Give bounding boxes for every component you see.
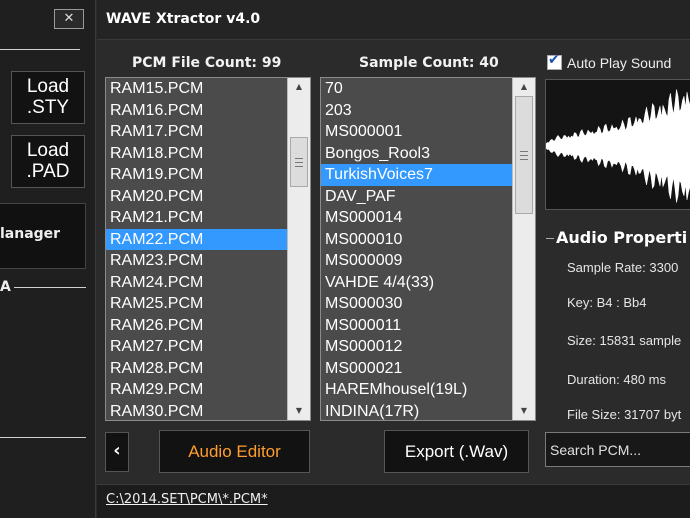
pcm-list-item[interactable]: RAM21.PCM [106,207,287,229]
close-icon: ✕ [63,11,75,26]
chevron-left-icon: ‹ [113,440,121,461]
window-title: WAVE Xtractor v4.0 [106,11,261,27]
key-value: Key: B4 : Bb4 [567,295,647,310]
pcm-scrollbar[interactable]: ▲ ▼ [287,78,310,420]
scroll-thumb[interactable] [290,136,308,187]
close-button[interactable]: ✕ [54,9,84,29]
pcm-list-item[interactable]: RAM20.PCM [106,186,287,208]
sample-list-item[interactable]: 203 [321,100,512,122]
pcm-list-item[interactable]: RAM18.PCM [106,143,287,165]
pcm-item-container: RAM15.PCM RAM16.PCM RAM17.PCM RAM18.PCM RAM1… [106,78,287,421]
file-size-value: File Size: 31707 byt [567,407,682,422]
sample-list-item[interactable]: 70 [321,78,512,100]
pcm-list-item[interactable]: RAM22.PCM [106,228,287,250]
pcm-list-item[interactable]: RAM29.PCM [106,379,287,401]
scroll-down-icon[interactable]: ▼ [513,402,535,420]
waveform-icon [546,89,690,203]
pcm-file-list[interactable]: RAM15.PCM RAM16.PCM RAM17.PCM RAM18.PCM RAM1… [105,77,311,421]
manager-button-label: lanager [0,226,61,242]
audio-properties-title: Audio Properti [556,228,688,247]
sample-list-item[interactable]: MS000009 [321,250,512,272]
sample-list-item[interactable]: MS000010 [321,229,512,251]
sample-list-item[interactable]: HAREMhousel(19L) [321,379,512,401]
pcm-list-item[interactable]: RAM19.PCM [106,164,287,186]
pcm-list-item[interactable]: RAM15.PCM [106,78,287,100]
sample-list-item[interactable]: MS000030 [321,293,512,315]
sample-list-item[interactable]: MS000001 [321,121,512,143]
grip-line [520,155,528,156]
grip-line [520,159,528,160]
sample-list-item[interactable]: DAV_PAF [321,186,512,208]
sample-list[interactable]: 70 203 MS000001 Bongos_Rool3 TurkishVoices7 D… [320,77,536,421]
pcm-list-item[interactable]: RAM26.PCM [106,315,287,337]
waveform-display [545,79,690,210]
grip-line [520,151,528,152]
sample-list-item[interactable]: INDINA(17R) [321,401,512,421]
duration-value: Duration: 480 ms [567,372,666,387]
pcm-list-item[interactable]: RAM16.PCM [106,100,287,122]
load-sty-button[interactable]: Load .STY [11,71,85,124]
scroll-thumb[interactable] [515,96,533,214]
group-border [546,238,554,239]
pcm-list-item[interactable]: RAM23.PCM [106,250,287,272]
sample-list-item[interactable]: MS000012 [321,336,512,358]
divider [14,287,86,288]
sample-list-item[interactable]: MS000014 [321,207,512,229]
scroll-up-icon[interactable]: ▲ [288,78,310,96]
size-value: Size: 15831 sample [567,333,682,348]
pcm-list-item[interactable]: RAM25.PCM [106,293,287,315]
auto-play-label: Auto Play Sound [567,55,672,71]
divider [0,49,80,50]
sample-rate-value: Sample Rate: 3300 [567,260,679,275]
search-pcm-input[interactable] [545,432,690,467]
current-path-link[interactable]: C:\2014.SET\PCM\*.PCM* [106,492,268,507]
sample-list-item[interactable]: Bongos_Rool3 [321,143,512,165]
grip-line [295,165,303,167]
sample-count-header: Sample Count: 40 [359,55,499,71]
sample-scrollbar[interactable]: ▲ ▼ [512,78,535,420]
sample-item-container: 70 203 MS000001 Bongos_Rool3 TurkishVoices7 D… [321,78,512,421]
export-wav-button[interactable]: Export (.Wav) [384,430,529,473]
checkmark-icon: ✔ [548,52,560,68]
pcm-list-item[interactable]: RAM28.PCM [106,358,287,380]
pcm-list-item[interactable]: RAM17.PCM [106,121,287,143]
scroll-up-icon[interactable]: ▲ [513,78,535,96]
pcm-list-item[interactable]: RAM24.PCM [106,272,287,294]
audio-editor-button[interactable]: Audio Editor [159,430,310,473]
pcm-list-item[interactable]: RAM30.PCM [106,401,287,421]
load-pad-button[interactable]: Load .PAD [11,135,85,188]
divider [0,437,86,438]
sample-list-item[interactable]: TurkishVoices7 [321,164,512,186]
grip-line [295,157,303,159]
scroll-down-icon[interactable]: ▼ [288,402,310,420]
pcm-file-count-header: PCM File Count: 99 [132,55,282,71]
sample-list-item[interactable]: MS000021 [321,358,512,380]
section-label: A [0,279,11,295]
sample-list-item[interactable]: VAHDE 4/4(33) [321,272,512,294]
sample-list-item[interactable]: MS000011 [321,315,512,337]
pcm-list-item[interactable]: RAM27.PCM [106,336,287,358]
collapse-button[interactable]: ‹ [105,432,129,472]
grip-line [295,161,303,163]
